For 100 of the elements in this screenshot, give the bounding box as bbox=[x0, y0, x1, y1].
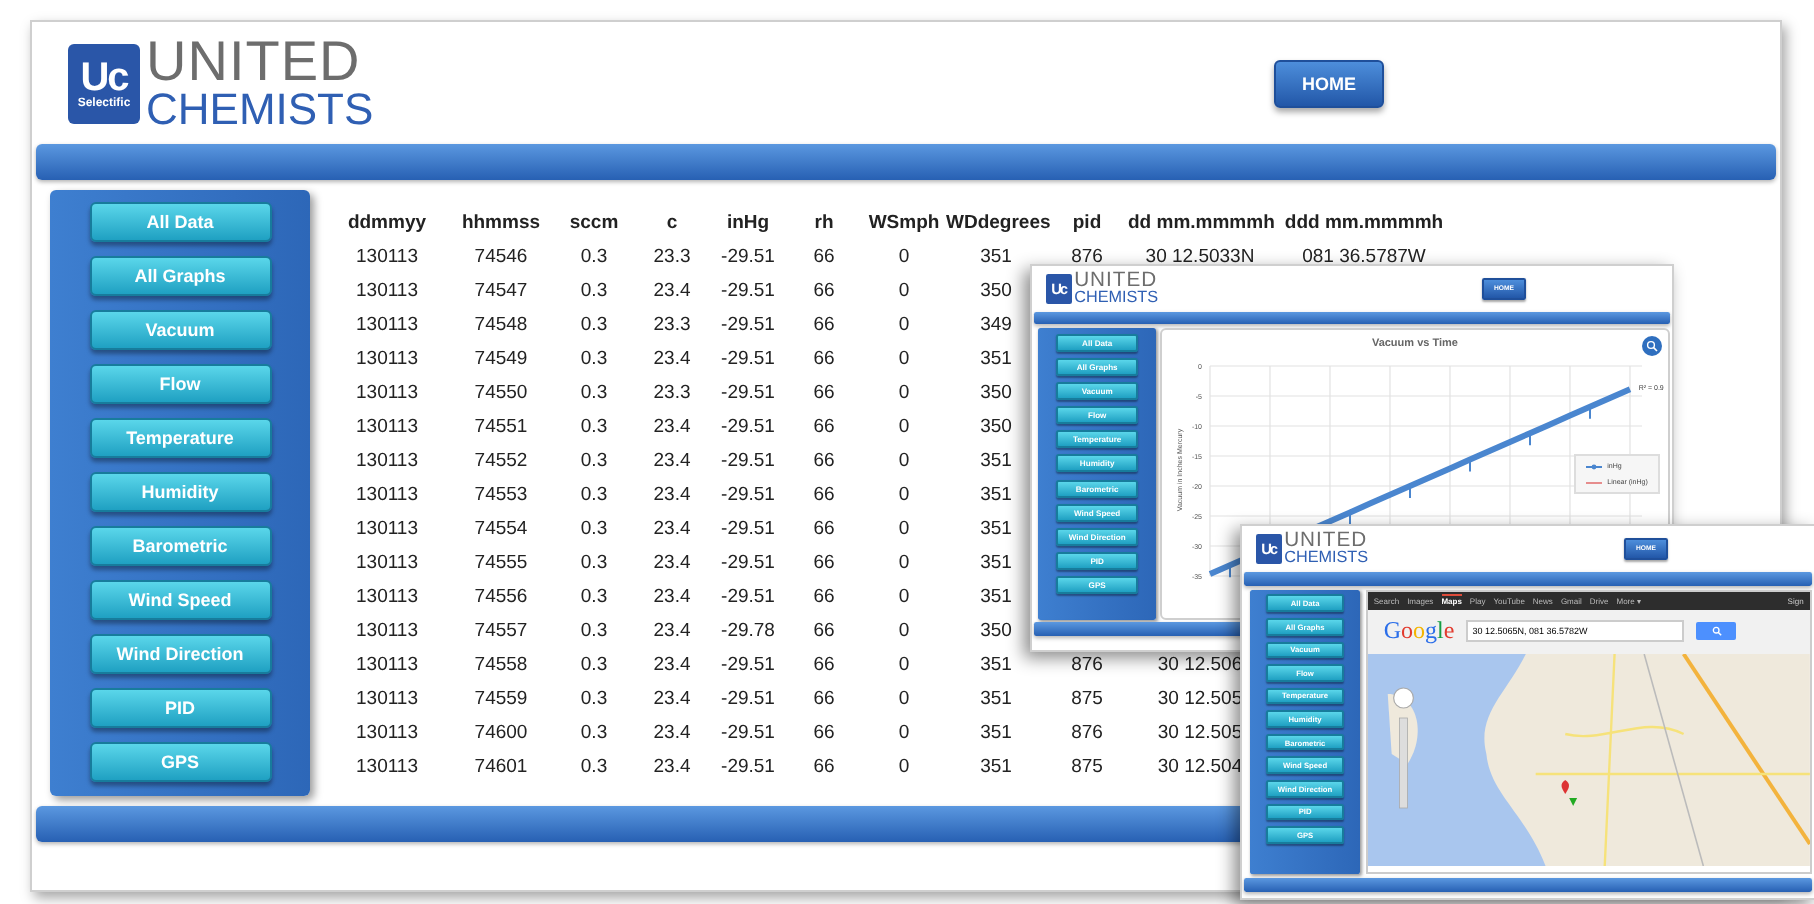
table-cell-text: 0.3 bbox=[578, 382, 610, 404]
table-cell-text: 0 bbox=[896, 756, 912, 778]
table-cell-text: 74547 bbox=[472, 280, 530, 302]
table-cell-text: 30 12.504 bbox=[1155, 756, 1245, 778]
table-cell-text: -29.51 bbox=[719, 314, 777, 336]
table-cell-text: 0.3 bbox=[578, 586, 610, 608]
table-cell-text: -29.51 bbox=[719, 722, 777, 744]
table-cell-text: 130113 bbox=[354, 416, 420, 438]
column-header: c bbox=[664, 212, 680, 234]
table-cell-text: 0.3 bbox=[578, 348, 610, 370]
table-cell-text: 876 bbox=[1069, 722, 1105, 744]
table-cell-text: 351 bbox=[978, 518, 1014, 540]
logo-text: UNITED bbox=[1284, 531, 1369, 551]
table-cell-text: 74554 bbox=[472, 518, 530, 540]
column-header: ddd mm.mmmmh bbox=[1282, 212, 1446, 234]
table-cell-text: 351 bbox=[978, 688, 1014, 710]
column-header: dd mm.mmmmh bbox=[1128, 212, 1272, 234]
table-cell-text: 0.3 bbox=[578, 620, 610, 642]
logo-text: UNITED bbox=[1074, 271, 1159, 291]
table-cell-text: 0 bbox=[896, 348, 912, 370]
table-cell-text: 0 bbox=[896, 552, 912, 574]
table-cell-text: 130113 bbox=[354, 348, 420, 370]
legend-swatch-icon bbox=[1585, 463, 1602, 470]
nav-button[interactable]: All Graphs bbox=[89, 256, 271, 296]
nav-button[interactable]: Flow bbox=[89, 364, 271, 404]
table-cell-text: 74558 bbox=[472, 654, 530, 676]
table-cell-text: 351 bbox=[978, 552, 1014, 574]
table-cell-text: 0 bbox=[896, 416, 912, 438]
table-cell-text: 74546 bbox=[472, 246, 530, 268]
table-cell-text: 0.3 bbox=[578, 314, 610, 336]
table-cell-text: 30 12.505 bbox=[1155, 688, 1245, 710]
nav-button[interactable]: PID bbox=[89, 688, 271, 728]
table-cell-text: 23.4 bbox=[651, 484, 693, 506]
column-header: pid bbox=[1070, 212, 1104, 234]
table-cell-text: -29.51 bbox=[719, 416, 777, 438]
table-cell-text: 74553 bbox=[472, 484, 530, 506]
table-cell-text: 350 bbox=[978, 382, 1014, 404]
table-cell-text: 23.4 bbox=[651, 552, 693, 574]
table-cell-text: 351 bbox=[978, 450, 1014, 472]
table-cell-text: 23.3 bbox=[651, 246, 693, 268]
table-cell-text: 0.3 bbox=[578, 722, 610, 744]
table-cell-text: 351 bbox=[978, 348, 1014, 370]
table-cell-text: -29.51 bbox=[719, 280, 777, 302]
table-cell-text: 875 bbox=[1069, 688, 1105, 710]
legend-swatch-icon bbox=[1585, 479, 1602, 486]
column-header: hhmmss bbox=[459, 212, 543, 234]
nav-button[interactable]: Wind Direction bbox=[89, 634, 271, 674]
table-cell-text: -29.51 bbox=[719, 382, 777, 404]
table-cell-text: 74549 bbox=[472, 348, 530, 370]
table-cell-text: 74551 bbox=[472, 416, 530, 438]
nav-button[interactable]: Temperature bbox=[89, 418, 271, 458]
nav-button[interactable]: All Data bbox=[89, 202, 271, 242]
nav-button[interactable]: Vacuum bbox=[89, 310, 271, 350]
table-cell-text: 0 bbox=[896, 382, 912, 404]
table-cell-text: 0.3 bbox=[578, 552, 610, 574]
table-cell-text: 66 bbox=[811, 654, 837, 676]
column-header: WDdegrees bbox=[946, 212, 1046, 234]
nav-button[interactable]: Barometric bbox=[89, 526, 271, 566]
table-cell-text: 130113 bbox=[354, 518, 420, 540]
logo-text: CHEMISTS bbox=[146, 87, 374, 132]
nav-button[interactable]: Humidity bbox=[89, 472, 271, 512]
table-cell-text: -29.51 bbox=[719, 246, 777, 268]
search-button[interactable] bbox=[1696, 622, 1737, 641]
table-cell-text: 23.4 bbox=[651, 756, 693, 778]
table-cell-text: -29.51 bbox=[719, 484, 777, 506]
table-cell-text: 23.3 bbox=[651, 314, 693, 336]
table-cell-text: 0.3 bbox=[578, 756, 610, 778]
table-cell-text: 130113 bbox=[354, 688, 420, 710]
table-cell-text: 66 bbox=[811, 382, 837, 404]
logo-text: UNITED bbox=[146, 36, 363, 88]
home-button[interactable]: HOME bbox=[1274, 60, 1384, 108]
table-cell-text: 0.3 bbox=[578, 688, 610, 710]
table-cell-text: 0 bbox=[896, 654, 912, 676]
table-cell-text: -29.51 bbox=[719, 450, 777, 472]
table-cell-text: 74600 bbox=[472, 722, 530, 744]
table-cell-text: 66 bbox=[811, 314, 837, 336]
table-cell-text: 0 bbox=[896, 586, 912, 608]
nav-button[interactable]: Wind Speed bbox=[89, 580, 271, 620]
search-icon[interactable] bbox=[1641, 336, 1662, 357]
table-cell-text: 130113 bbox=[354, 756, 420, 778]
table-cell-text: 130113 bbox=[354, 484, 420, 506]
table-cell-text: 66 bbox=[811, 518, 837, 540]
column-header: ddmmyy bbox=[345, 212, 429, 234]
table-cell-text: 0 bbox=[896, 688, 912, 710]
column-header: inHg bbox=[724, 212, 772, 234]
table-cell-text: 0 bbox=[896, 450, 912, 472]
table-cell-text: 66 bbox=[811, 416, 837, 438]
table-cell-text: -29.51 bbox=[719, 586, 777, 608]
table-cell-text: 350 bbox=[978, 416, 1014, 438]
nav-button[interactable]: GPS bbox=[89, 742, 271, 782]
table-cell-text: 0 bbox=[896, 246, 912, 268]
table-cell-text: 130113 bbox=[354, 586, 420, 608]
column-header: rh bbox=[812, 212, 836, 234]
table-cell-text: 74548 bbox=[472, 314, 530, 336]
table-cell-text: 130113 bbox=[354, 382, 420, 404]
table-cell-text: 876 bbox=[1069, 246, 1105, 268]
table-cell-text: 0.3 bbox=[578, 484, 610, 506]
table-cell-text: 351 bbox=[978, 246, 1014, 268]
table-cell-text: 66 bbox=[811, 620, 837, 642]
table-cell-text: 0.3 bbox=[578, 246, 610, 268]
